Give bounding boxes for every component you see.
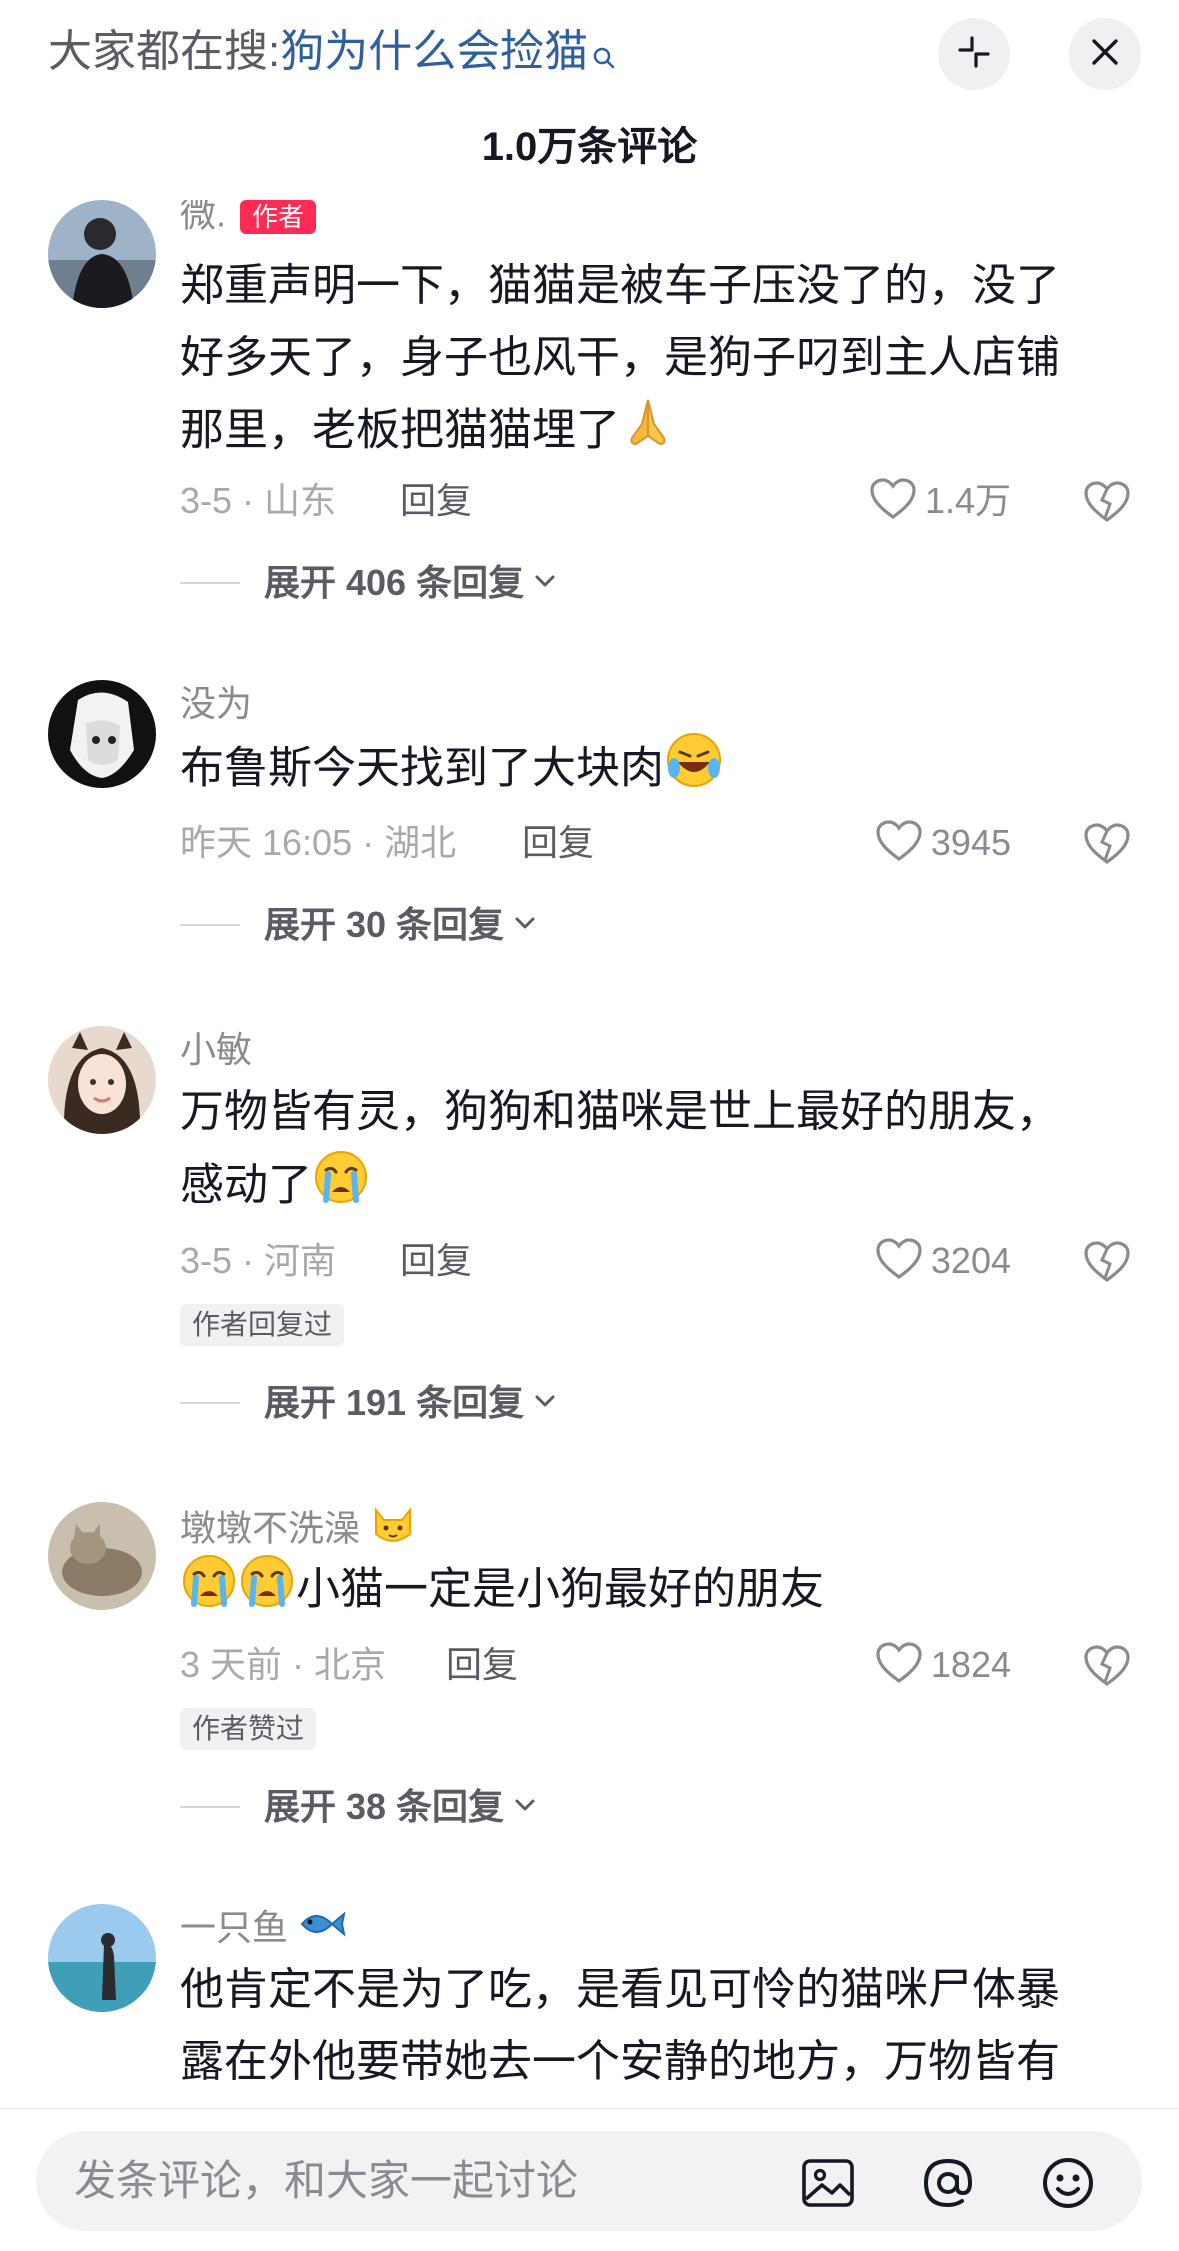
author-liked-badge: 作者赞过 [180,1708,317,1750]
username-text: 一只鱼 [180,1907,289,1948]
broken-heart-icon [1083,1645,1131,1692]
reply-button[interactable]: 回复 [522,818,594,868]
dislike-button[interactable] [1083,1644,1131,1693]
expand-replies-button[interactable]: 展开 191 条回复 [180,1378,558,1428]
mention-button[interactable] [920,2155,976,2211]
comment-input-placeholder: 发条评论，和大家一起讨论 [74,2157,579,2204]
dislike-button[interactable] [1083,822,1131,871]
comment-composer-bar: 发条评论，和大家一起讨论 [0,2108,1179,2251]
chevron-down-icon [532,1388,558,1419]
crying-emoji [180,1552,238,1632]
comment-input[interactable]: 发条评论，和大家一起讨论 [36,2131,1142,2231]
avatar[interactable] [48,1026,156,1134]
expand-replies-button[interactable]: 展开 30 条回复 [180,900,538,950]
comment-date-location: 昨天 16:05 · 湖北 [180,822,457,863]
dislike-button[interactable] [1083,1240,1131,1289]
reply-button[interactable]: 回复 [400,476,472,526]
username-text: 墩墩不洗澡 [180,1507,361,1549]
crying-emoji [312,1148,370,1228]
chevron-down-icon [512,910,538,941]
like-count: 3945 [930,822,1011,863]
heart-icon [869,477,917,526]
comment-text: 万物皆有灵，狗狗和猫咪是世上最好的朋友，感动了 [180,1076,1100,1228]
avatar[interactable] [48,1904,156,2012]
comment-username[interactable]: 微. 作者 [180,200,317,236]
collapse-button[interactable] [938,18,1010,90]
close-button[interactable] [1069,18,1141,90]
search-suggestion-bar[interactable]: 大家都在搜:狗为什么会捡猫 [0,0,1179,110]
comment-text: 小猫一定是小狗最好的朋友 [180,1552,1100,1632]
reply-button[interactable]: 回复 [400,1236,472,1286]
like-button[interactable]: 3204 [875,1236,1011,1286]
comment-date-location: 3-5 · 山东 [180,480,337,521]
comment-count-title: 1.0万条评论 [481,125,698,169]
heart-icon [875,1641,923,1690]
like-count: 1.4万 [924,480,1011,521]
chevron-down-icon [532,568,558,599]
at-icon [920,2158,976,2215]
comment-username[interactable]: 一只鱼 [180,1904,346,1954]
emoji-picker-button[interactable] [1040,2155,1096,2211]
close-icon [1087,34,1123,75]
search-query-link[interactable]: 狗为什么会捡猫 [280,27,588,76]
search-prefix: 大家都在搜: [48,27,281,76]
broken-heart-icon [1083,481,1131,528]
expand-replies-label: 展开 191 条回复 [264,1382,525,1423]
author-tag: 作者 [240,200,317,234]
crying-emoji [238,1552,296,1632]
smiley-icon [1040,2158,1096,2215]
image-icon [800,2159,856,2215]
comment-username[interactable]: 小敏 [180,1026,252,1074]
like-count: 3204 [930,1240,1011,1281]
comment-text: 郑重声明一下，猫猫是被车子压没了的，没了好多天了，身子也风干，是狗子叼到主人店铺… [180,250,1100,472]
comment-username[interactable]: 没为 [180,680,252,728]
avatar[interactable] [48,200,156,308]
comment-text: 布鲁斯今天找到了大块肉 [180,730,1100,812]
heart-icon [875,819,923,868]
like-count: 1824 [930,1644,1011,1685]
divider-line [180,924,240,926]
username-text: 微. [180,200,227,235]
broken-heart-icon [1083,1241,1131,1288]
search-suggestion[interactable]: 大家都在搜:狗为什么会捡猫 [48,22,616,86]
expand-replies-label: 展开 30 条回复 [264,904,505,945]
dislike-button[interactable] [1083,480,1131,529]
divider-line [180,582,240,584]
expand-replies-label: 展开 406 条回复 [264,562,525,603]
comment-date-location: 3 天前 · 北京 [180,1644,387,1685]
broken-heart-icon [1083,823,1131,870]
comment-date-location: 3-5 · 河南 [180,1240,337,1281]
image-picker-button[interactable] [800,2155,856,2211]
rofl-emoji [664,730,724,812]
divider-line [180,1806,240,1808]
fish-emoji [298,1906,346,1954]
expand-replies-label: 展开 38 条回复 [264,1786,505,1827]
heart-icon [875,1237,923,1286]
avatar[interactable] [48,1502,156,1610]
reply-button[interactable]: 回复 [446,1640,518,1690]
like-button[interactable]: 1824 [875,1640,1011,1690]
collapse-icon [954,32,994,77]
divider-line [180,1402,240,1404]
author-replied-badge: 作者回复过 [180,1304,345,1346]
chevron-down-icon [512,1792,538,1823]
avatar[interactable] [48,680,156,788]
like-button[interactable]: 3945 [875,818,1011,868]
comment-text: 他肯定不是为了吃，是看见可怜的猫咪尸体暴露在外他要带她去一个安静的地方，万物皆有 [180,1965,1060,2086]
expand-replies-button[interactable]: 展开 406 条回复 [180,558,558,608]
like-button[interactable]: 1.4万 [869,476,1011,526]
folded-hands-emoji [620,394,676,472]
search-icon [592,26,616,86]
expand-replies-button[interactable]: 展开 38 条回复 [180,1782,538,1832]
